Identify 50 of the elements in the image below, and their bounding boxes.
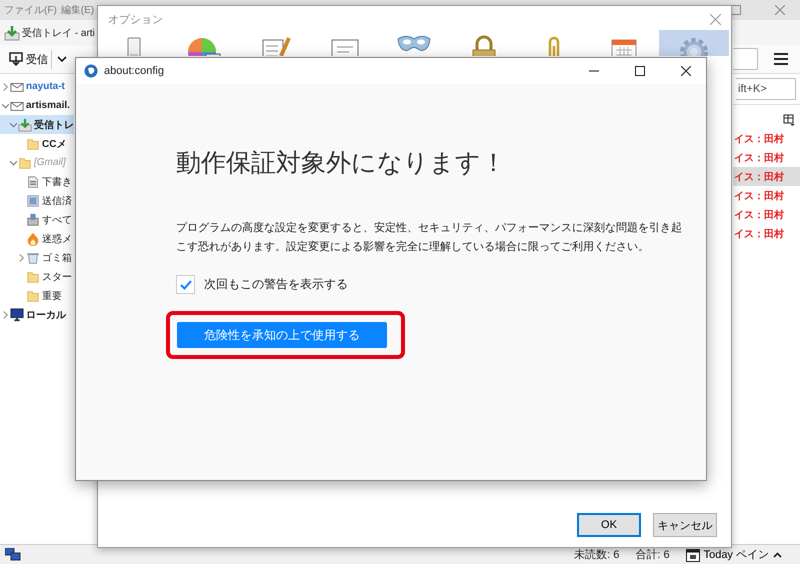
folder-name: 迷惑メ <box>42 232 72 246</box>
quick-filter-field[interactable]: ift+K> <box>736 78 796 100</box>
window-title: about:config <box>104 65 164 77</box>
folder-name: CCメ <box>42 138 66 150</box>
warning-heading: 動作保証対象外になります！ <box>176 148 507 179</box>
folder-name: 受信トレ <box>34 118 74 132</box>
sender-text: イス：田村 <box>734 208 784 222</box>
folder-item[interactable]: 受信トレ <box>0 115 74 134</box>
folder-name: 送信済 <box>42 194 72 208</box>
folder-name: スター <box>42 270 72 284</box>
folder-name: ゴミ箱 <box>42 252 72 264</box>
sender-text: イス：田村 <box>734 152 784 164</box>
folder-name: nayuta-t <box>26 81 65 92</box>
folder-item[interactable]: ローカル <box>0 305 74 324</box>
menu-item[interactable]: 編集(E) <box>60 3 94 17</box>
sender-text: イス：田村 <box>734 170 784 184</box>
accept-risk-button[interactable]: 危険性を承知の上で使用する <box>177 322 387 348</box>
cancel-button[interactable]: キャンセル <box>653 513 717 537</box>
folder-item[interactable]: nayuta-t <box>0 77 74 96</box>
folder-item[interactable]: ゴミ箱 <box>0 248 74 267</box>
sender-text: イス：田村 <box>734 132 784 146</box>
folder-item[interactable]: スター <box>0 267 74 286</box>
folder-item[interactable]: 下書き <box>0 172 74 191</box>
folder-name: 重要 <box>42 290 62 302</box>
message-row[interactable]: イス：田村 <box>733 129 800 148</box>
message-row[interactable]: イス：田村 <box>733 148 800 167</box>
unread-count: 未読数: 6 <box>574 548 620 562</box>
tab-title[interactable]: 受信トレイ - arti <box>22 26 95 40</box>
folder-name: artismail. <box>26 100 70 111</box>
window-title: オプション <box>108 12 163 26</box>
folder-item[interactable]: artismail. <box>0 96 74 115</box>
folder-item[interactable]: 迷惑メ <box>0 229 74 248</box>
message-row[interactable]: イス：田村 <box>733 205 800 224</box>
message-row[interactable]: イス：田村 <box>733 224 800 243</box>
sender-text: イス：田村 <box>734 190 784 202</box>
folder-name: すべて <box>42 214 72 226</box>
total-count: 合計: 6 <box>635 548 670 562</box>
warning-text: プログラムの高度な設定を変更すると、安定性、セキュリティ、パフォーマンスに深刻な問題を引き起こす恐れがあります。設定変更による影響を完全に理解している場合に限ってご利用ください。 <box>176 220 683 255</box>
ok-button[interactable]: OK <box>577 513 641 537</box>
get-mail-button[interactable]: 受信 <box>6 50 52 68</box>
folder-name: [Gmail] <box>34 157 66 168</box>
sender-text: イス：田村 <box>734 228 784 240</box>
folder-item[interactable]: 送信済 <box>0 191 74 210</box>
folder-item[interactable]: CCメ <box>0 134 74 153</box>
folder-name: ローカル <box>26 308 66 322</box>
folder-item[interactable]: すべて <box>0 210 74 229</box>
checkbox-label: 次回もこの警告を表示する <box>204 276 348 293</box>
folder-item[interactable]: 重要 <box>0 286 74 305</box>
message-row[interactable]: イス：田村 <box>733 186 800 205</box>
folder-name: 下書き <box>42 176 72 188</box>
